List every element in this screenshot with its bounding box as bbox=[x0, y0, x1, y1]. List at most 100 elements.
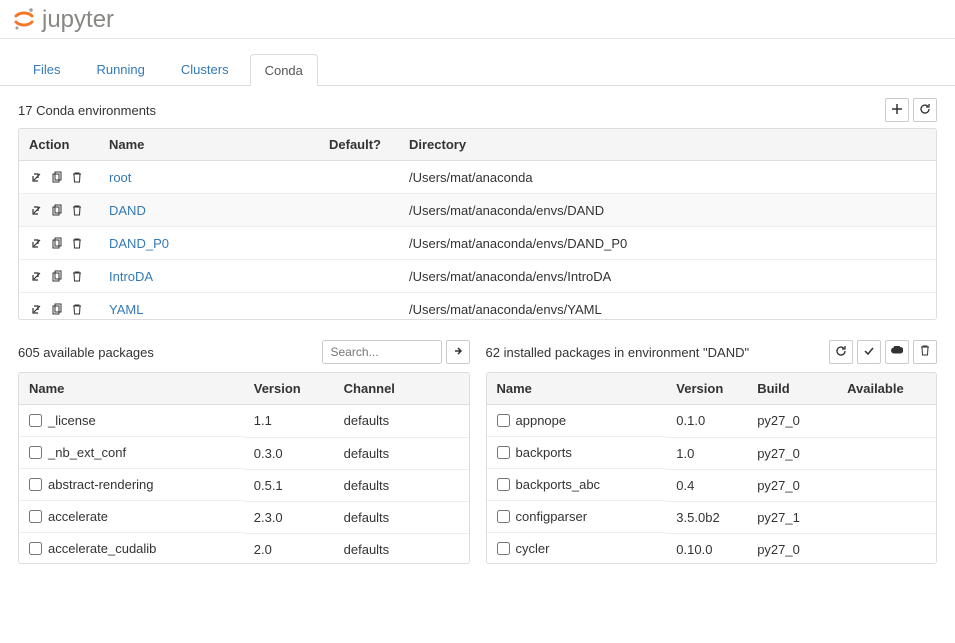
environment-name-link[interactable]: DAND bbox=[109, 203, 146, 218]
environments-table: Action Name Default? Directory root/User… bbox=[19, 129, 936, 319]
tab-files[interactable]: Files bbox=[18, 53, 75, 85]
package-available bbox=[837, 501, 936, 533]
table-row[interactable]: root/Users/mat/anaconda bbox=[19, 161, 936, 194]
table-row[interactable]: DAND/Users/mat/anaconda/envs/DAND bbox=[19, 194, 936, 227]
copy-icon[interactable] bbox=[49, 301, 65, 317]
copy-icon[interactable] bbox=[49, 235, 65, 251]
package-build: py27_1 bbox=[747, 501, 837, 533]
row-actions bbox=[29, 301, 89, 317]
package-checkbox[interactable] bbox=[29, 542, 42, 555]
table-row: cycler 0.10.0py27_0 bbox=[487, 533, 937, 563]
package-checkbox[interactable] bbox=[497, 510, 510, 523]
trash-icon[interactable] bbox=[69, 268, 85, 284]
open-external-icon[interactable] bbox=[29, 202, 45, 218]
trash-icon[interactable] bbox=[69, 202, 85, 218]
package-checkbox[interactable] bbox=[497, 446, 510, 459]
environments-table-wrapper: Action Name Default? Directory root/User… bbox=[18, 128, 937, 320]
copy-icon[interactable] bbox=[49, 202, 65, 218]
logo[interactable]: jupyter bbox=[12, 6, 943, 34]
environment-name-link[interactable]: YAML bbox=[109, 302, 143, 317]
remove-packages-button[interactable] bbox=[913, 340, 937, 364]
cloud-upload-icon bbox=[891, 345, 903, 359]
package-name: accelerate_cudalib bbox=[48, 541, 156, 556]
update-packages-button[interactable] bbox=[857, 340, 881, 364]
environments-section: 17 Conda environments Action Name Defaul… bbox=[0, 86, 955, 320]
package-name: configparser bbox=[516, 509, 588, 524]
package-version: 2.0 bbox=[244, 533, 334, 563]
available-header-channel: Channel bbox=[334, 373, 469, 405]
package-checkbox[interactable] bbox=[29, 414, 42, 427]
package-checkbox[interactable] bbox=[29, 510, 42, 523]
package-version: 1.1 bbox=[244, 405, 334, 438]
environment-directory: /Users/mat/anaconda/envs/DAND_P0 bbox=[399, 227, 936, 260]
package-available bbox=[837, 533, 936, 563]
table-row: backports1.0py27_0 bbox=[487, 437, 937, 469]
search-input[interactable] bbox=[322, 340, 442, 364]
package-channel: defaults bbox=[334, 501, 469, 533]
package-available bbox=[837, 405, 936, 438]
package-build: py27_0 bbox=[747, 533, 837, 563]
installed-header-version: Version bbox=[666, 373, 747, 405]
environment-directory: /Users/mat/anaconda/envs/YAML bbox=[399, 293, 936, 320]
trash-icon[interactable] bbox=[69, 169, 85, 185]
package-name: _license bbox=[48, 413, 96, 428]
trash-icon[interactable] bbox=[69, 301, 85, 317]
install-selected-button[interactable] bbox=[446, 340, 470, 364]
installed-header-build: Build bbox=[747, 373, 837, 405]
table-row[interactable]: YAML/Users/mat/anaconda/envs/YAML bbox=[19, 293, 936, 320]
export-packages-button[interactable] bbox=[885, 340, 909, 364]
package-checkbox[interactable] bbox=[497, 542, 510, 555]
installed-packages-panel: 62 installed packages in environment "DA… bbox=[486, 338, 938, 564]
row-actions bbox=[29, 268, 89, 284]
open-external-icon[interactable] bbox=[29, 169, 45, 185]
package-name: backports bbox=[516, 445, 572, 460]
tab-conda[interactable]: Conda bbox=[250, 54, 318, 86]
copy-icon[interactable] bbox=[49, 268, 65, 284]
package-name: backports_abc bbox=[516, 477, 601, 492]
package-checkbox[interactable] bbox=[497, 478, 510, 491]
package-name: cycler bbox=[516, 541, 550, 556]
environment-name-link[interactable]: DAND_P0 bbox=[109, 236, 169, 251]
installed-header-available: Available bbox=[837, 373, 936, 405]
table-row: accelerate2.3.0defaults bbox=[19, 501, 469, 533]
package-checkbox[interactable] bbox=[497, 414, 510, 427]
header-default: Default? bbox=[319, 129, 399, 161]
table-row: _license1.1defaults bbox=[19, 405, 469, 438]
package-version: 3.5.0b2 bbox=[666, 501, 747, 533]
environment-directory: /Users/mat/anaconda/envs/DAND bbox=[399, 194, 936, 227]
refresh-installed-button[interactable] bbox=[829, 340, 853, 364]
environment-name-link[interactable]: root bbox=[109, 170, 131, 185]
package-build: py27_0 bbox=[747, 469, 837, 501]
trash-icon[interactable] bbox=[69, 235, 85, 251]
package-build: py27_0 bbox=[747, 437, 837, 469]
trash-icon bbox=[920, 345, 930, 359]
package-name: appnope bbox=[516, 413, 567, 428]
package-checkbox[interactable] bbox=[29, 478, 42, 491]
available-header-version: Version bbox=[244, 373, 334, 405]
environment-name-link[interactable]: IntroDA bbox=[109, 269, 153, 284]
refresh-environments-button[interactable] bbox=[913, 98, 937, 122]
jupyter-logo-icon bbox=[12, 7, 36, 34]
package-version: 2.3.0 bbox=[244, 501, 334, 533]
table-row[interactable]: DAND_P0/Users/mat/anaconda/envs/DAND_P0 bbox=[19, 227, 936, 260]
installed-packages-table: Name Version Build Available appnope0.1.… bbox=[487, 373, 937, 563]
table-row: appnope0.1.0py27_0 bbox=[487, 405, 937, 438]
header-action: Action bbox=[19, 129, 99, 161]
copy-icon[interactable] bbox=[49, 169, 65, 185]
available-header-name: Name bbox=[19, 373, 244, 405]
table-row[interactable]: IntroDA/Users/mat/anaconda/envs/IntroDA bbox=[19, 260, 936, 293]
refresh-icon bbox=[919, 103, 931, 118]
package-version: 0.10.0 bbox=[666, 533, 747, 563]
open-external-icon[interactable] bbox=[29, 268, 45, 284]
check-icon bbox=[864, 345, 874, 359]
arrow-right-icon bbox=[453, 345, 463, 359]
table-row: backports_abc 0.4py27_0 bbox=[487, 469, 937, 501]
package-version: 0.4 bbox=[666, 469, 747, 501]
add-environment-button[interactable] bbox=[885, 98, 909, 122]
packages-section: 605 available packages Name Version Chan… bbox=[0, 320, 955, 564]
tab-running[interactable]: Running bbox=[81, 53, 159, 85]
tab-clusters[interactable]: Clusters bbox=[166, 53, 244, 85]
package-checkbox[interactable] bbox=[29, 446, 42, 459]
open-external-icon[interactable] bbox=[29, 235, 45, 251]
open-external-icon[interactable] bbox=[29, 301, 45, 317]
